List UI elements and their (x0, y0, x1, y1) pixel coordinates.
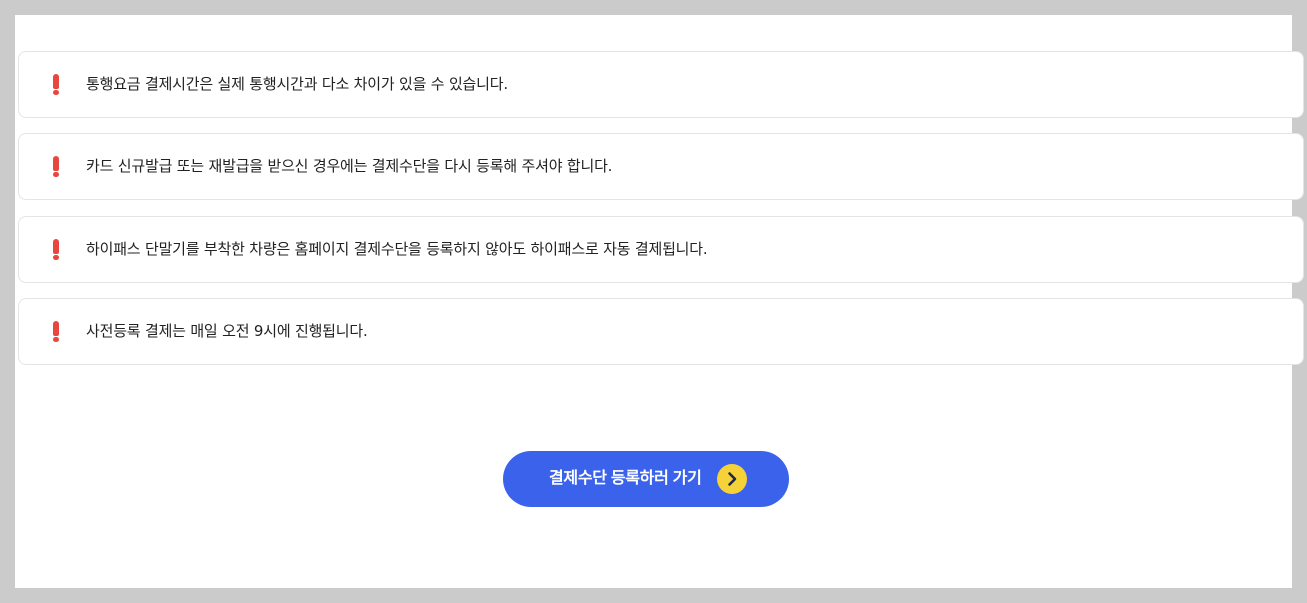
notice-item: 카드 신규발급 또는 재발급을 받으신 경우에는 결제수단을 다시 등록해 주셔… (18, 133, 1304, 200)
notice-item: 하이패스 단말기를 부착한 차량은 홈페이지 결제수단을 등록하지 않아도 하이… (18, 216, 1304, 283)
notice-text: 통행요금 결제시간은 실제 통행시간과 다소 차이가 있을 수 있습니다. (86, 75, 508, 93)
exclamation-icon (52, 74, 60, 96)
chevron-right-icon (717, 464, 747, 494)
notice-item: 사전등록 결제는 매일 오전 9시에 진행됩니다. (18, 298, 1304, 365)
exclamation-icon (52, 321, 60, 343)
notice-text: 사전등록 결제는 매일 오전 9시에 진행됩니다. (86, 322, 368, 340)
register-payment-label: 결제수단 등록하러 가기 (549, 470, 702, 487)
register-payment-button[interactable]: 결제수단 등록하러 가기 (503, 451, 789, 507)
exclamation-icon (52, 156, 60, 178)
exclamation-icon (52, 239, 60, 261)
notice-text: 카드 신규발급 또는 재발급을 받으신 경우에는 결제수단을 다시 등록해 주셔… (86, 157, 613, 175)
notice-item: 통행요금 결제시간은 실제 통행시간과 다소 차이가 있을 수 있습니다. (18, 51, 1304, 118)
notice-text: 하이패스 단말기를 부착한 차량은 홈페이지 결제수단을 등록하지 않아도 하이… (86, 240, 708, 258)
